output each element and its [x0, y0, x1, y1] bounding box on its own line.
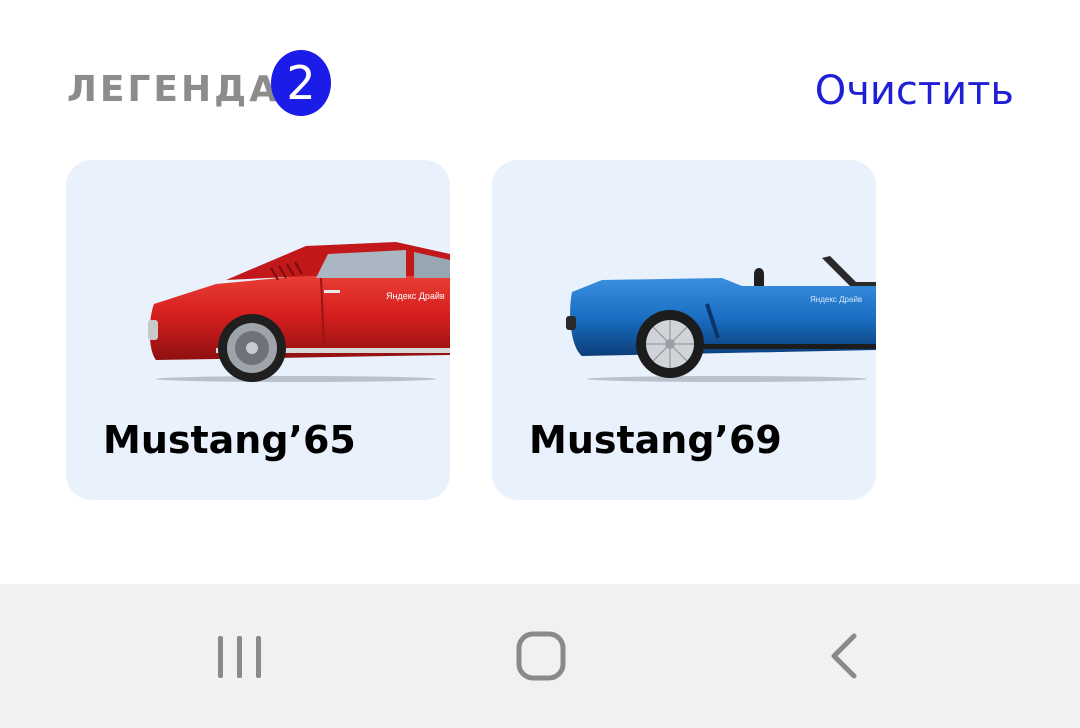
svg-text:Яндекс Драйв: Яндекс Драйв [810, 295, 862, 304]
section-title: ЛЕГЕНДА [67, 69, 281, 110]
car-card-mustang-69[interactable]: Яндекс Драйв Mustang’69 [492, 160, 876, 500]
card-title: Mustang’65 [103, 418, 356, 462]
svg-text:Яндекс Драйв: Яндекс Драйв [386, 291, 445, 301]
card-title: Mustang’69 [529, 418, 782, 462]
home-button[interactable] [501, 622, 581, 690]
legend-header: ЛЕГЕНДА 2 Очистить [0, 0, 1080, 160]
recent-apps-button[interactable] [200, 622, 280, 690]
system-navigation-bar [0, 584, 1080, 728]
recent-apps-icon [218, 636, 261, 678]
back-button[interactable] [804, 622, 884, 690]
count-badge: 2 [271, 50, 331, 116]
car-card-mustang-65[interactable]: Яндекс Драйв Mustang’65 [66, 160, 450, 500]
home-icon [516, 631, 566, 681]
back-icon [831, 633, 857, 679]
screen: ЛЕГЕНДА 2 Очистить Яндекс Драйв Mustang’… [0, 0, 1080, 728]
clear-button[interactable]: Очистить [815, 68, 1014, 114]
